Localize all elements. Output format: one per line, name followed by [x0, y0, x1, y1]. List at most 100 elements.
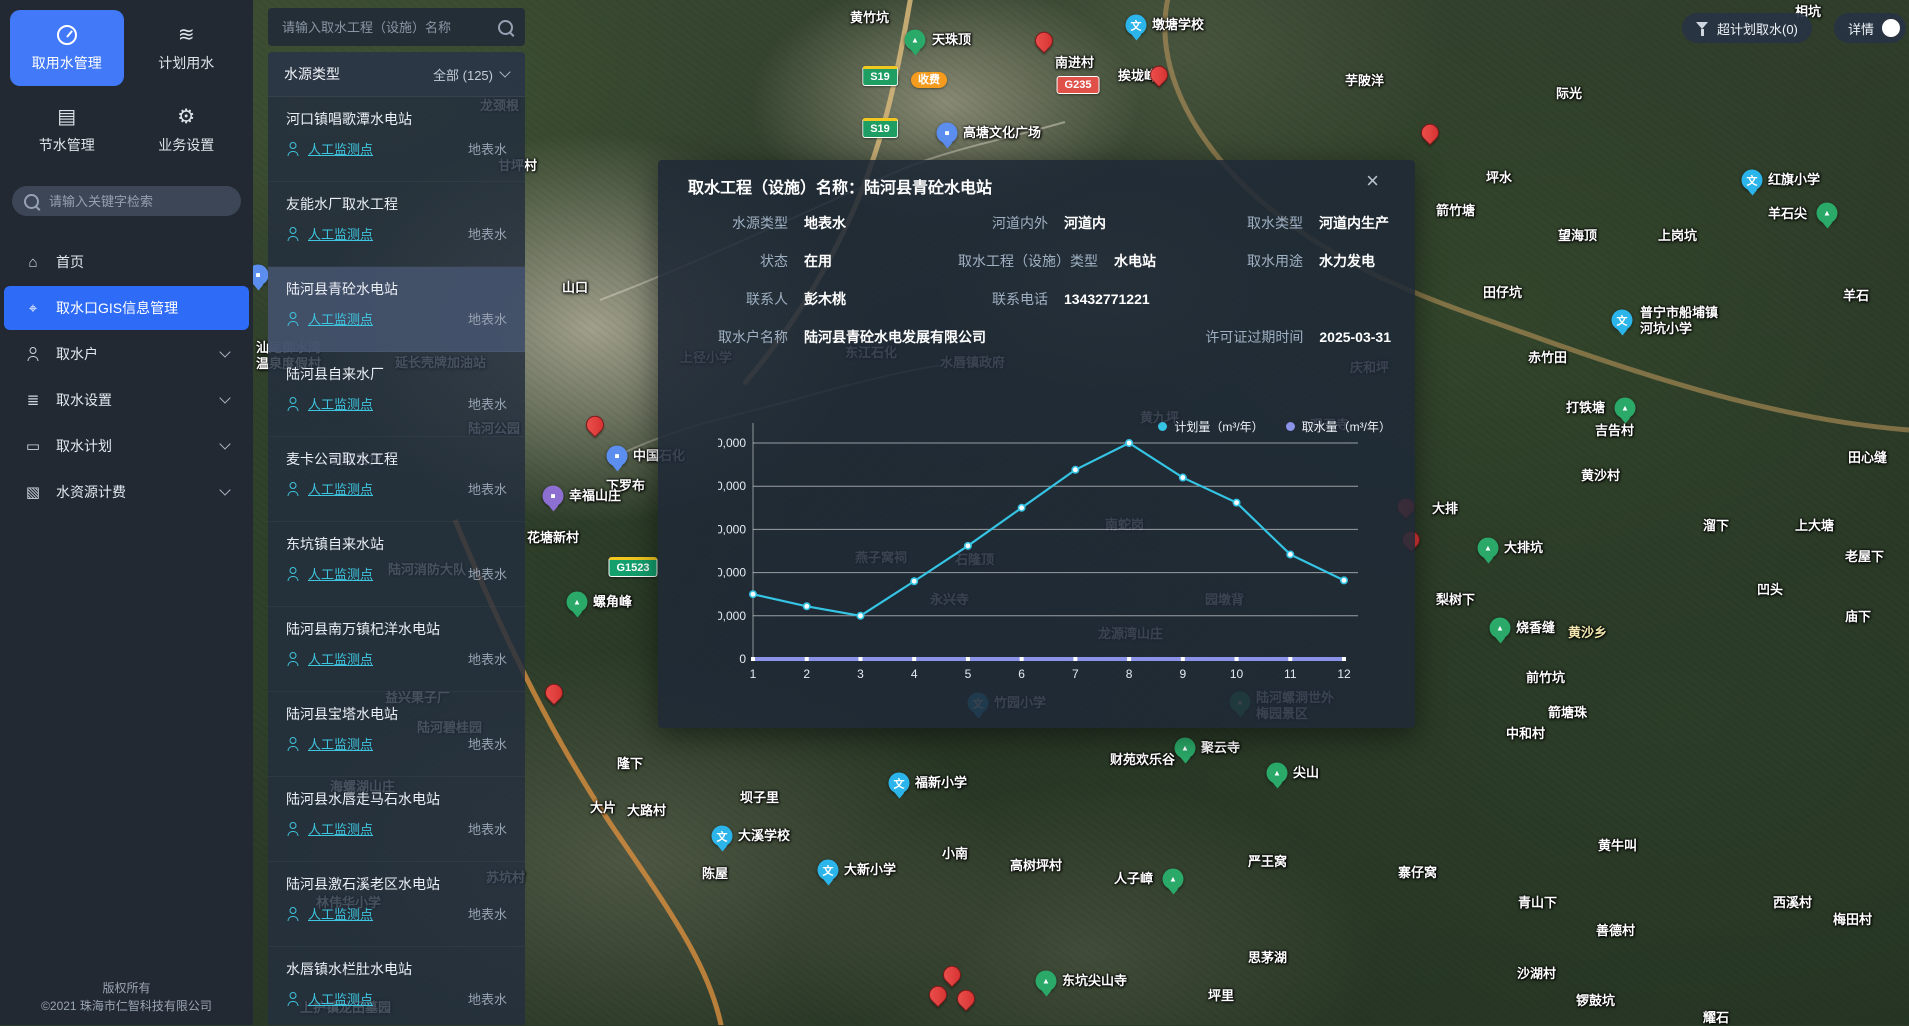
- monitor-type-link[interactable]: 人工监测点: [308, 224, 373, 243]
- station-filter-header: 水源类型 全部 (125): [268, 52, 525, 97]
- field-value: 水力发电: [1319, 251, 1375, 271]
- person-icon: [286, 992, 300, 1006]
- green-marker-icon[interactable]: ▲: [1163, 869, 1184, 890]
- map-pin-icon[interactable]: [953, 986, 978, 1011]
- monitor-type-link[interactable]: 人工监测点: [308, 564, 373, 583]
- blue-marker-icon[interactable]: ■: [607, 446, 628, 467]
- map-poi-label: 大新小学: [844, 862, 896, 878]
- sidebar-item-1[interactable]: ⌖取水口GIS信息管理: [4, 286, 249, 330]
- green-marker-icon[interactable]: ▲: [1490, 618, 1511, 639]
- map-place-label: 隆下: [617, 756, 643, 772]
- monitor-type-link[interactable]: 人工监测点: [308, 139, 373, 158]
- map-place-label: 思茅湖: [1248, 950, 1287, 966]
- app-tile-3[interactable]: ⚙业务设置: [130, 92, 244, 168]
- field-label: 取水用途: [1213, 251, 1303, 271]
- map-poi-label: 聚云寺: [1201, 740, 1240, 756]
- map-pin-icon[interactable]: [1031, 28, 1056, 53]
- modal-field: 取水户名称陆河县青砼水电发展有限公司: [688, 327, 1193, 347]
- green-marker-icon[interactable]: ▲: [1817, 203, 1838, 224]
- modal-fields: 水源类型地表水河道内外河道内取水类型河道内生产状态在用取水工程（设施）类型水电站…: [688, 204, 1391, 356]
- station-list-item[interactable]: 水唇镇水栏肚水电站人工监测点地表水: [268, 947, 525, 1025]
- monitor-type-link[interactable]: 人工监测点: [308, 904, 373, 923]
- svg-text:10: 10: [1230, 667, 1244, 681]
- station-list-item[interactable]: 陆河县自来水厂人工监测点地表水: [268, 352, 525, 437]
- station-list-item[interactable]: 陆河县南万镇杞洋水电站人工监测点地表水: [268, 607, 525, 692]
- sidebar-item-5[interactable]: ▧水资源计费: [4, 470, 249, 514]
- monitor-type-link[interactable]: 人工监测点: [308, 989, 373, 1008]
- station-list-item[interactable]: 麦卡公司取水工程人工监测点地表水: [268, 437, 525, 522]
- green-marker-icon[interactable]: ▲: [1175, 738, 1196, 759]
- field-value: 彭木桃: [804, 289, 846, 309]
- app-tile-2[interactable]: ▤节水管理: [10, 92, 124, 168]
- station-list-item[interactable]: 友能水厂取水工程人工监测点地表水: [268, 182, 525, 267]
- sidebar-item-4[interactable]: ▭取水计划: [4, 424, 249, 468]
- svg-text:5,000,000: 5,000,000: [718, 436, 746, 450]
- app-tile-0[interactable]: 取用水管理: [10, 10, 124, 86]
- monitor-type-link[interactable]: 人工监测点: [308, 309, 373, 328]
- sidebar-item-3[interactable]: ≣取水设置: [4, 378, 249, 422]
- station-list-item[interactable]: 陆河县青砼水电站人工监测点地表水: [268, 267, 525, 352]
- map-place-label: 田心缝: [1848, 450, 1887, 466]
- detail-toggle[interactable]: 详情: [1834, 13, 1906, 43]
- green-marker-icon[interactable]: ▲: [1267, 763, 1288, 784]
- app-tile-1[interactable]: ≋计划用水: [130, 10, 244, 86]
- water-type: 地表水: [468, 649, 507, 668]
- user-icon: [24, 347, 42, 361]
- person-icon: [286, 312, 300, 326]
- school-marker-icon[interactable]: 文: [712, 826, 733, 847]
- map-place-label: 坪里: [1208, 988, 1234, 1004]
- map-place-label: 羊石: [1843, 288, 1869, 304]
- station-search-input[interactable]: [280, 19, 484, 36]
- monitor-type-link[interactable]: 人工监测点: [308, 479, 373, 498]
- blue-marker-icon[interactable]: ■: [937, 123, 958, 144]
- station-list-item[interactable]: 陆河县激石溪老区水电站人工监测点地表水: [268, 862, 525, 947]
- toggle-knob[interactable]: [1882, 19, 1900, 37]
- sidebar-item-2[interactable]: 取水户: [4, 332, 249, 376]
- monitor-type-link[interactable]: 人工监测点: [308, 819, 373, 838]
- school-marker-icon[interactable]: 文: [1742, 170, 1763, 191]
- station-name: 麦卡公司取水工程: [286, 449, 507, 469]
- station-meta: 人工监测点地表水: [286, 479, 507, 498]
- green-marker-icon[interactable]: ▲: [1036, 971, 1057, 992]
- school-marker-icon[interactable]: 文: [818, 860, 839, 881]
- modal-field-row: 取水户名称陆河县青砼水电发展有限公司许可证过期时间2025-03-31: [688, 318, 1391, 356]
- green-marker-icon[interactable]: ▲: [567, 592, 588, 613]
- map-pin-icon[interactable]: [939, 962, 964, 987]
- map-place-label: 箭塘珠: [1548, 705, 1587, 721]
- school-marker-icon[interactable]: 文: [1612, 310, 1633, 331]
- svg-text:2: 2: [803, 667, 810, 681]
- sidebar-item-0[interactable]: ⌂首页: [4, 240, 249, 284]
- green-marker-icon[interactable]: ▲: [1615, 398, 1636, 419]
- card-icon: ▭: [24, 437, 42, 455]
- map-place-label: 耀石: [1703, 1010, 1729, 1026]
- station-search[interactable]: [268, 8, 525, 46]
- map-place-label: 望海顶: [1558, 228, 1597, 244]
- map-place-label: 严王窝: [1248, 854, 1287, 870]
- monitor-type-link[interactable]: 人工监测点: [308, 734, 373, 753]
- sidebar-search[interactable]: [12, 186, 241, 216]
- over-plan-intake-button[interactable]: 超计划取水(0): [1682, 13, 1812, 43]
- map-pin-icon[interactable]: [541, 680, 566, 705]
- purple-marker-icon[interactable]: ■: [543, 486, 564, 507]
- station-list-item[interactable]: 东坑镇自来水站人工监测点地表水: [268, 522, 525, 607]
- monitor-type-link[interactable]: 人工监测点: [308, 649, 373, 668]
- map-place-label: 梅田村: [1833, 912, 1872, 928]
- filter-dropdown[interactable]: 全部 (125): [433, 65, 509, 84]
- station-list-item[interactable]: 陆河县宝塔水电站人工监测点地表水: [268, 692, 525, 777]
- map-place-label: 小南: [942, 846, 968, 862]
- map-pin-icon[interactable]: [582, 412, 607, 437]
- school-marker-icon[interactable]: 文: [889, 773, 910, 794]
- database-icon: ≣: [24, 391, 42, 409]
- station-list-item[interactable]: 陆河县水唇走马石水电站人工监测点地表水: [268, 777, 525, 862]
- close-icon[interactable]: ×: [1366, 170, 1379, 192]
- green-marker-icon[interactable]: ▲: [1478, 538, 1499, 559]
- station-detail-modal: 取水工程（设施）名称：陆河县青砼水电站 × 水源类型地表水河道内外河道内取水类型…: [658, 160, 1415, 728]
- map-pin-icon[interactable]: [1417, 120, 1442, 145]
- sidebar-search-input[interactable]: [47, 193, 221, 210]
- green-marker-icon[interactable]: ▲: [905, 30, 926, 51]
- map-pin-icon[interactable]: [925, 982, 950, 1007]
- map-poi-label: 尖山: [1293, 765, 1319, 781]
- monitor-type-link[interactable]: 人工监测点: [308, 394, 373, 413]
- station-list-item[interactable]: 河口镇唱歌潭水电站人工监测点地表水: [268, 97, 525, 182]
- school-marker-icon[interactable]: 文: [1126, 15, 1147, 36]
